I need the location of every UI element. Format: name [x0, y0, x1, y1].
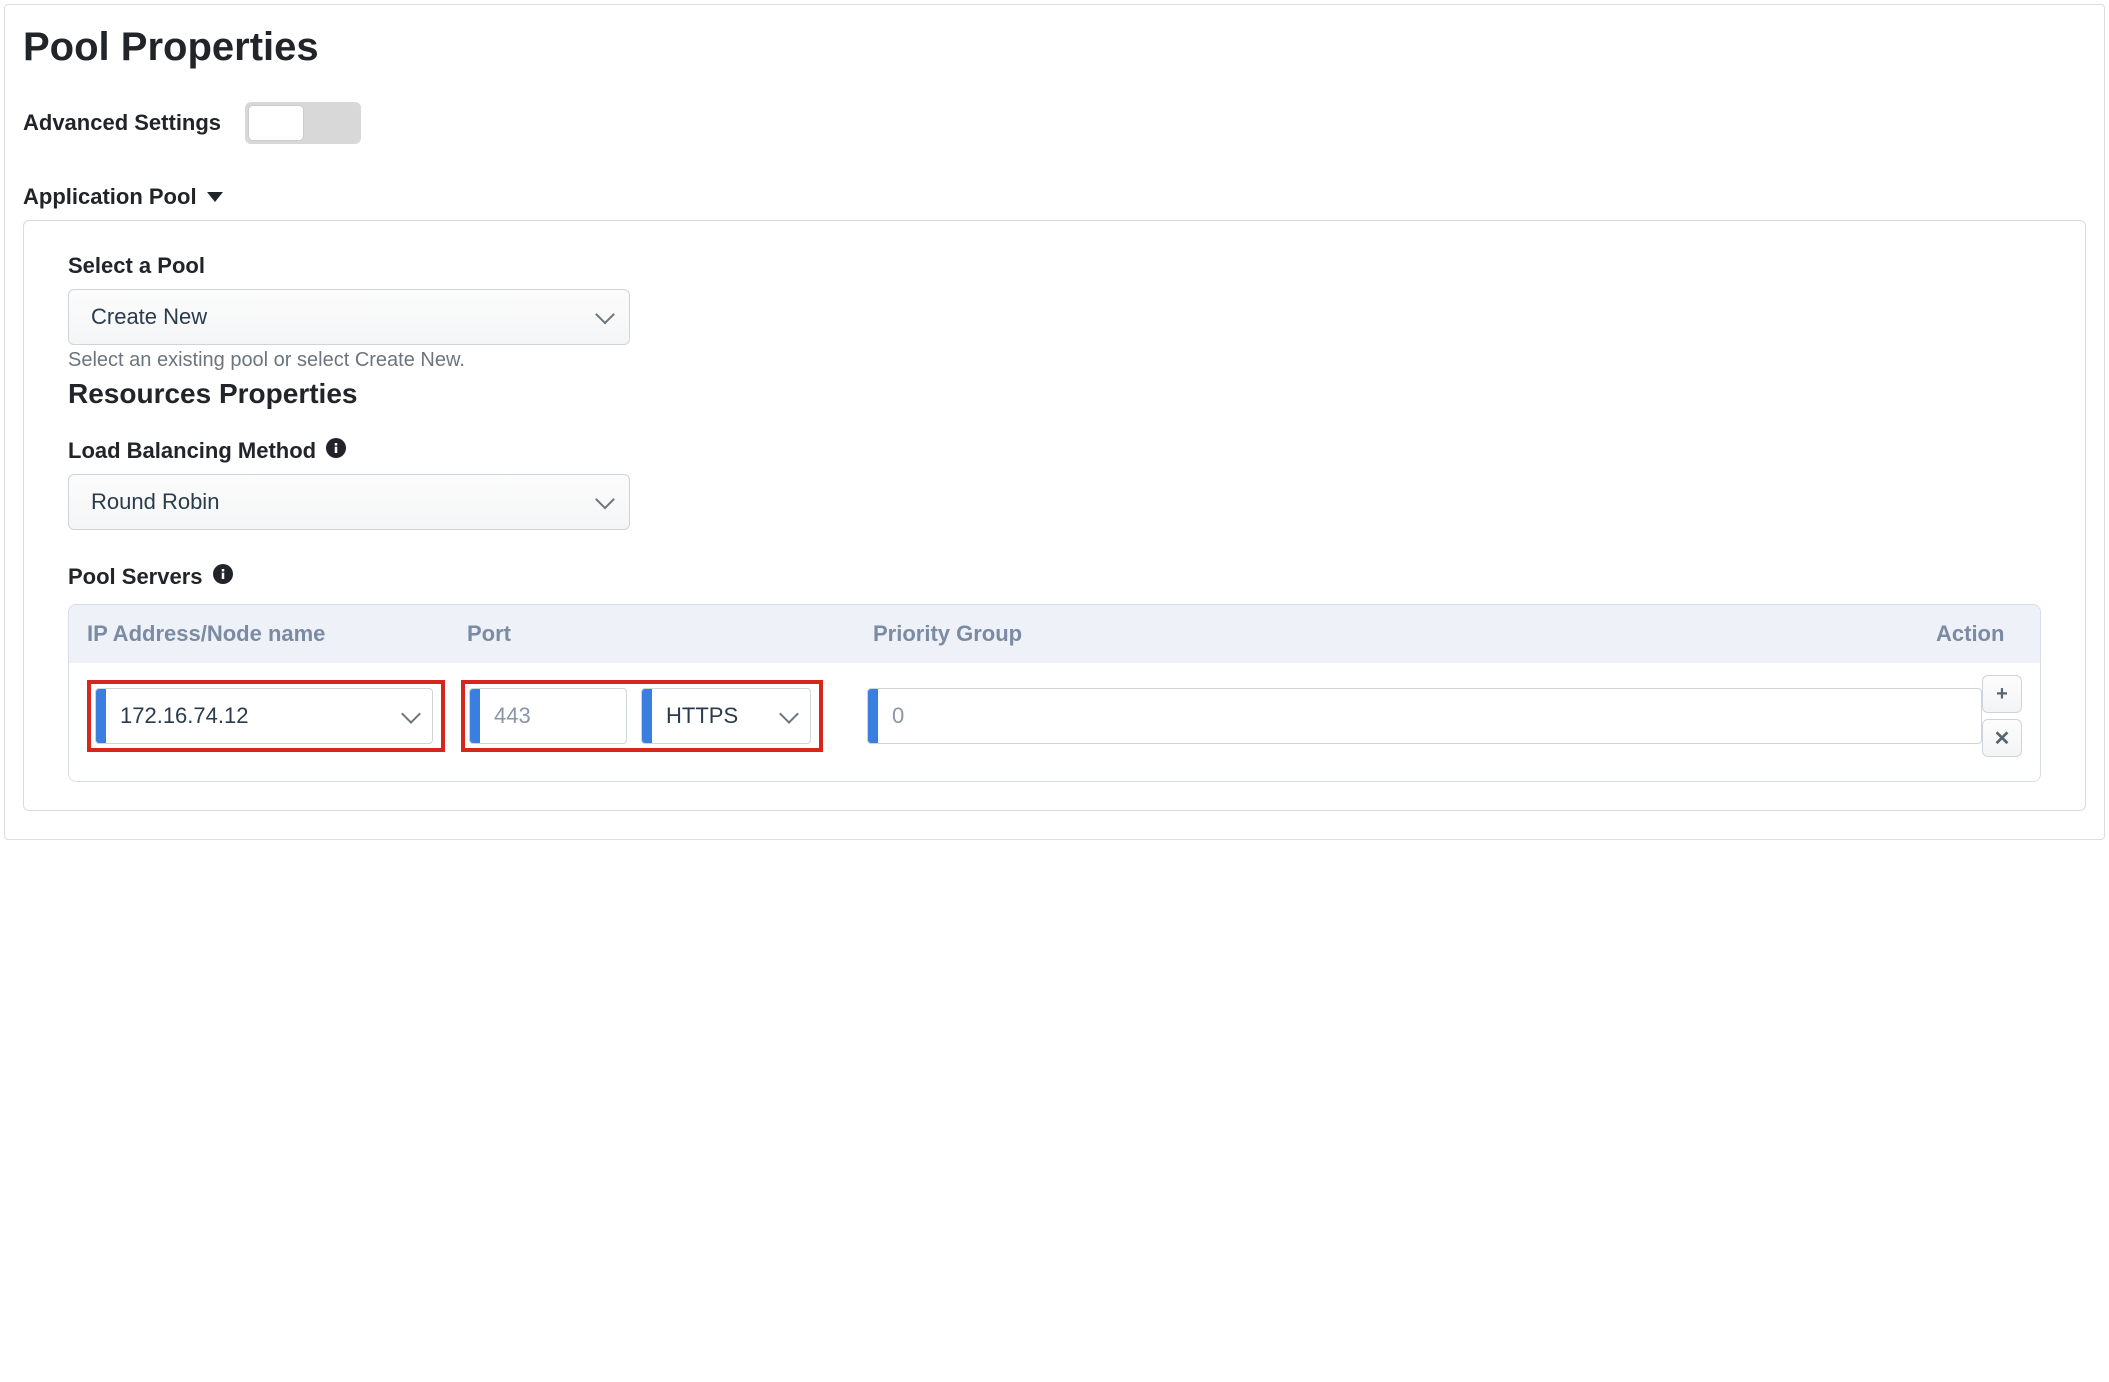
highlight-port: 443 HTTPS: [461, 680, 823, 752]
priority-value: 0: [878, 703, 1981, 729]
select-pool-value: Create New: [91, 304, 207, 330]
protocol-value: HTTPS: [652, 703, 782, 729]
highlight-ip: 172.16.74.12: [87, 680, 445, 752]
resources-properties-title: Resources Properties: [68, 378, 2041, 410]
table-header: IP Address/Node name Port Priority Group…: [69, 605, 2040, 663]
application-pool-panel: Select a Pool Create New Select an exist…: [23, 220, 2086, 811]
load-balancing-value: Round Robin: [91, 489, 219, 515]
advanced-settings-row: Advanced Settings: [23, 102, 2086, 144]
pool-servers-table: IP Address/Node name Port Priority Group…: [68, 604, 2041, 782]
info-icon[interactable]: [326, 438, 346, 464]
load-balancing-label: Load Balancing Method: [68, 438, 2041, 464]
active-indicator: [868, 689, 878, 743]
select-pool-dropdown[interactable]: Create New: [68, 289, 630, 345]
col-action-header: Action: [1936, 621, 2022, 647]
info-icon[interactable]: [213, 564, 233, 590]
active-indicator: [642, 689, 652, 743]
advanced-settings-label: Advanced Settings: [23, 110, 221, 136]
col-prio-header: Priority Group: [873, 621, 1936, 647]
col-ip-header: IP Address/Node name: [87, 621, 467, 647]
col-port-header: Port: [467, 621, 873, 647]
action-buttons: + ✕: [1982, 675, 2022, 757]
ip-address-input[interactable]: 172.16.74.12: [95, 688, 433, 744]
page-title: Pool Properties: [23, 25, 2086, 70]
active-indicator: [96, 689, 106, 743]
pool-servers-label: Pool Servers: [68, 564, 2041, 590]
select-pool-label: Select a Pool: [68, 253, 2041, 279]
select-pool-help: Select an existing pool or select Create…: [68, 349, 2041, 372]
protocol-dropdown[interactable]: HTTPS: [641, 688, 811, 744]
application-pool-header[interactable]: Application Pool: [23, 184, 2086, 210]
port-value: 443: [480, 703, 626, 729]
remove-row-button[interactable]: ✕: [1982, 719, 2022, 757]
x-icon: ✕: [1994, 726, 2011, 751]
port-input[interactable]: 443: [469, 688, 627, 744]
chevron-down-icon: [782, 707, 810, 726]
plus-icon: +: [1996, 683, 2008, 706]
advanced-settings-toggle[interactable]: [245, 102, 361, 144]
pool-properties-panel: Pool Properties Advanced Settings Applic…: [4, 4, 2105, 840]
active-indicator: [470, 689, 480, 743]
load-balancing-dropdown[interactable]: Round Robin: [68, 474, 630, 530]
priority-group-input[interactable]: 0: [867, 688, 1982, 744]
ip-value: 172.16.74.12: [106, 703, 404, 729]
toggle-knob: [248, 105, 304, 141]
caret-down-icon: [207, 192, 223, 202]
add-row-button[interactable]: +: [1982, 675, 2022, 713]
application-pool-title: Application Pool: [23, 184, 197, 210]
table-row: 172.16.74.12 443 HTTPS: [69, 663, 2040, 781]
chevron-down-icon: [404, 707, 432, 726]
